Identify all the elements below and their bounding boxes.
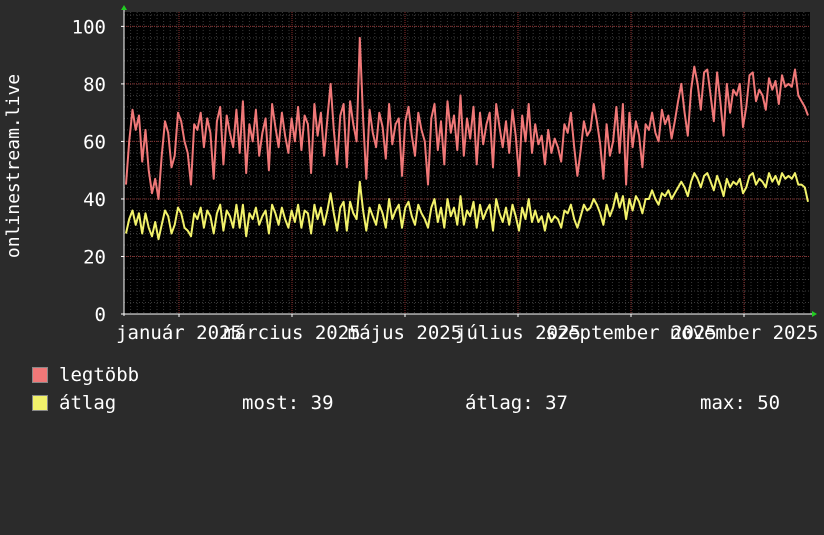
legend-swatch-max xyxy=(32,367,48,383)
x-tick-label: március 2025 xyxy=(223,322,360,344)
y-tick-label: 100 xyxy=(72,16,106,38)
stat-current: most: 39 xyxy=(242,392,334,414)
y-axis: 0 20 40 60 80 100 xyxy=(72,5,127,326)
y-tick-label: 0 xyxy=(95,304,106,326)
x-axis: január 2025március 2025május 2025július … xyxy=(116,311,818,344)
y-tick-label: 80 xyxy=(83,74,106,96)
y-tick-label: 60 xyxy=(83,131,106,153)
stat-average: átlag: 37 xyxy=(465,392,568,414)
y-axis-arrow xyxy=(121,5,127,10)
line-chart: 0 20 40 60 80 100 január 2025március 2025máju… xyxy=(3,5,818,344)
legend-item-max: legtöbb xyxy=(32,363,139,387)
x-tick-label: május 2025 xyxy=(348,322,462,344)
legend-swatch-avg xyxy=(32,395,48,411)
y-tick-label: 40 xyxy=(83,189,106,211)
y-axis-label: onlinestream.live xyxy=(3,74,24,258)
x-tick-label: november 2025 xyxy=(670,322,819,344)
legend-label-avg: átlag xyxy=(59,392,117,414)
x-axis-arrow xyxy=(812,311,817,317)
legend-item-avg: átlag most: 39 átlag: 37 max: 50 xyxy=(32,391,812,415)
stat-max: max: 50 xyxy=(700,392,781,414)
y-tick-label: 20 xyxy=(83,246,106,268)
legend-label-max: legtöbb xyxy=(59,364,140,386)
